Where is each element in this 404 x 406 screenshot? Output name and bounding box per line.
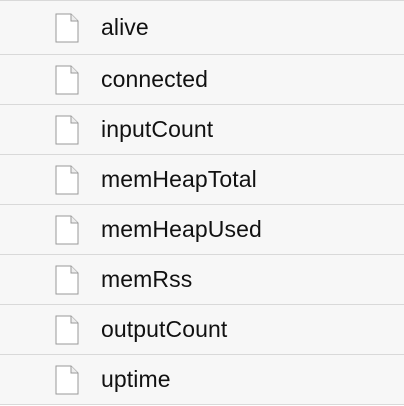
document-icon	[55, 215, 79, 244]
list-item-label: connected	[101, 66, 209, 92]
list-item-label: memHeapTotal	[101, 166, 257, 192]
document-icon	[55, 315, 79, 344]
list-item-label: alive	[101, 14, 149, 40]
list-item-label: memHeapUsed	[101, 216, 262, 242]
document-icon	[55, 115, 79, 144]
document-icon	[55, 165, 79, 194]
file-list: alive connected inputCount memHeapTotal …	[0, 0, 404, 406]
list-item-outputcount[interactable]: outputCount	[0, 305, 404, 355]
document-icon	[55, 65, 79, 94]
list-item-memheapused[interactable]: memHeapUsed	[0, 205, 404, 255]
list-item-inputcount[interactable]: inputCount	[0, 105, 404, 155]
list-item-label: uptime	[101, 366, 171, 392]
list-item-uptime[interactable]: uptime	[0, 355, 404, 405]
list-item-label: outputCount	[101, 316, 228, 342]
list-item-label: inputCount	[101, 116, 214, 142]
document-icon	[55, 265, 79, 294]
list-item-connected[interactable]: connected	[0, 55, 404, 105]
list-item-alive[interactable]: alive	[0, 1, 404, 55]
document-icon	[55, 13, 79, 42]
list-item-memrss[interactable]: memRss	[0, 255, 404, 305]
list-item-label: memRss	[101, 266, 193, 292]
document-icon	[55, 365, 79, 394]
list-item-memheaptotal[interactable]: memHeapTotal	[0, 155, 404, 205]
